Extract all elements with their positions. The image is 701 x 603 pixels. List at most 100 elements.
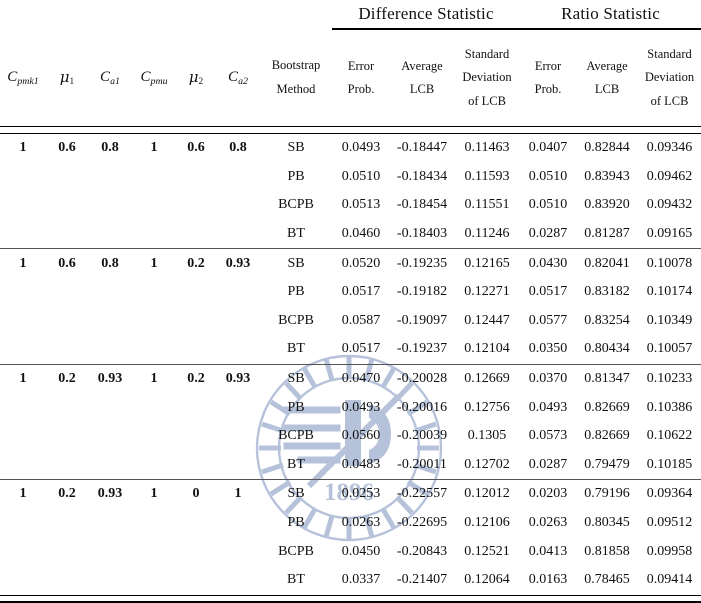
cell-parameter: 0.2 <box>58 486 76 502</box>
cell-parameter <box>176 537 216 566</box>
cell-statistic-value: -0.18454 <box>396 197 448 213</box>
table-row: BCPB 0.0450 -0.20843 0.12521 0.0413 0.81858 0.… <box>0 537 701 566</box>
cell-parameter <box>0 335 46 364</box>
cell-parameter: 1 <box>150 140 158 156</box>
cell-parameter <box>46 163 88 192</box>
cell-statistic-value: -0.19237 <box>396 341 448 357</box>
cell-parameter <box>132 163 176 192</box>
cell-statistic-value: -0.20016 <box>396 399 448 415</box>
cell-parameter <box>46 278 88 307</box>
cell-parameter <box>216 537 260 566</box>
cell-parameter: 0.6 <box>58 140 76 156</box>
col-header-ca2: Ca2 <box>228 69 248 88</box>
table-row: BCPB 0.0587 -0.19097 0.12447 0.0577 0.83254 0.… <box>0 307 701 336</box>
cell-bootstrap-method: BT <box>287 341 305 357</box>
cell-statistic-value: 0.83254 <box>584 312 630 328</box>
cell-bootstrap-method: SB <box>287 140 305 156</box>
cell-parameter <box>0 537 46 566</box>
cell-statistic-value: 0.12106 <box>464 515 510 531</box>
table-row: PB 0.0263 -0.22695 0.12106 0.0263 0.80345 0.09… <box>0 509 701 538</box>
cell-statistic-value: 0.0510 <box>528 197 568 213</box>
cell-statistic-value: 0.0263 <box>528 515 568 531</box>
simulation-results-table: Difference Statistic Ratio Statistic Cpm… <box>0 0 701 603</box>
cell-parameter <box>176 278 216 307</box>
cell-parameter <box>216 278 260 307</box>
cell-statistic-value: 0.12104 <box>464 341 510 357</box>
cell-parameter <box>176 566 216 595</box>
cell-statistic-value: 0.10386 <box>646 399 693 415</box>
cell-statistic-value: 0.82669 <box>584 428 630 444</box>
cell-statistic-value: 0.10078 <box>646 255 693 271</box>
cell-parameter: 1 <box>234 486 242 502</box>
cell-bootstrap-method: BCPB <box>278 197 314 213</box>
cell-statistic-value: -0.18403 <box>396 226 448 242</box>
cell-statistic-value: 0.12064 <box>464 572 510 588</box>
cell-statistic-value: 0.0483 <box>341 456 381 472</box>
cell-parameter <box>132 537 176 566</box>
cell-statistic-value: -0.20843 <box>396 543 448 559</box>
cell-statistic-value: 0.12756 <box>464 399 510 415</box>
cell-statistic-value: -0.20011 <box>397 456 447 472</box>
cell-bootstrap-method: BT <box>287 572 305 588</box>
group-header-row: Difference Statistic Ratio Statistic <box>0 0 701 30</box>
cell-parameter <box>216 163 260 192</box>
table-row: BT 0.0460 -0.18403 0.11246 0.0287 0.81287 0.09… <box>0 220 701 249</box>
cell-parameter <box>46 220 88 249</box>
cell-statistic-value: 0.0287 <box>528 226 568 242</box>
cell-parameter <box>216 451 260 480</box>
table-row: PB 0.0510 -0.18434 0.11593 0.0510 0.83943 0.09… <box>0 163 701 192</box>
cell-bootstrap-method: SB <box>287 255 305 271</box>
cell-bootstrap-method: BCPB <box>278 428 314 444</box>
cell-parameter <box>88 393 132 422</box>
cell-parameter <box>88 451 132 480</box>
table-row: BCPB 0.0560 -0.20039 0.1305 0.0573 0.82669 0.1… <box>0 422 701 451</box>
cell-statistic-value: 0.0520 <box>341 255 381 271</box>
cell-statistic-value: 0.78465 <box>584 572 630 588</box>
cell-statistic-value: 0.0493 <box>341 399 381 415</box>
cell-parameter <box>0 393 46 422</box>
cell-statistic-value: 0.1305 <box>467 428 507 444</box>
cell-parameter <box>88 278 132 307</box>
cell-parameter <box>216 509 260 538</box>
col-header-ratio-average-lcb: Average LCB <box>586 58 628 96</box>
cell-parameter <box>0 307 46 336</box>
cell-statistic-value: -0.20039 <box>396 428 448 444</box>
cell-parameter <box>0 566 46 595</box>
cell-parameter: 1 <box>19 255 27 271</box>
cell-statistic-value: 0.12012 <box>464 486 510 502</box>
cell-parameter <box>176 191 216 220</box>
cell-parameter <box>176 509 216 538</box>
cell-statistic-value: 0.0350 <box>528 341 568 357</box>
col-header-cpmk1: Cpmk1 <box>7 69 39 88</box>
cell-parameter <box>216 422 260 451</box>
col-header-ca1: Ca1 <box>100 69 120 88</box>
cell-statistic-value: 0.0510 <box>341 168 381 184</box>
cell-parameter <box>132 422 176 451</box>
cell-statistic-value: 0.0587 <box>341 312 381 328</box>
cell-statistic-value: 0.09512 <box>646 515 693 531</box>
col-header-cpmu: Cpmu <box>140 69 168 88</box>
cell-parameter <box>46 509 88 538</box>
cell-statistic-value: 0.12702 <box>464 456 510 472</box>
cell-parameter <box>216 191 260 220</box>
cell-statistic-value: 0.0517 <box>341 341 381 357</box>
cell-parameter <box>176 307 216 336</box>
cell-parameter <box>88 191 132 220</box>
cell-statistic-value: 0.0517 <box>341 284 381 300</box>
cell-statistic-value: 0.0577 <box>528 312 568 328</box>
table-row: BT 0.0337 -0.21407 0.12064 0.0163 0.78465 0.09… <box>0 566 701 595</box>
cell-statistic-value: 0.12669 <box>464 371 510 387</box>
cell-statistic-value: 0.0493 <box>341 140 381 156</box>
cell-statistic-value: 0.0430 <box>528 255 568 271</box>
cell-parameter <box>0 191 46 220</box>
table-row: 1 0.2 0.93 1 0.2 0.93 SB 0.0470 -0.20028 0.12669 0… <box>0 365 701 394</box>
cell-statistic-value: 0.09346 <box>646 140 693 156</box>
cell-statistic-value: 0.10622 <box>646 428 693 444</box>
cell-statistic-value: 0.0450 <box>341 543 381 559</box>
cell-parameter <box>88 509 132 538</box>
cell-statistic-value: -0.21407 <box>396 572 448 588</box>
cell-statistic-value: 0.09432 <box>646 197 693 213</box>
cell-parameter <box>46 191 88 220</box>
table-row: PB 0.0517 -0.19182 0.12271 0.0517 0.83182 0.10… <box>0 278 701 307</box>
cell-parameter <box>132 566 176 595</box>
